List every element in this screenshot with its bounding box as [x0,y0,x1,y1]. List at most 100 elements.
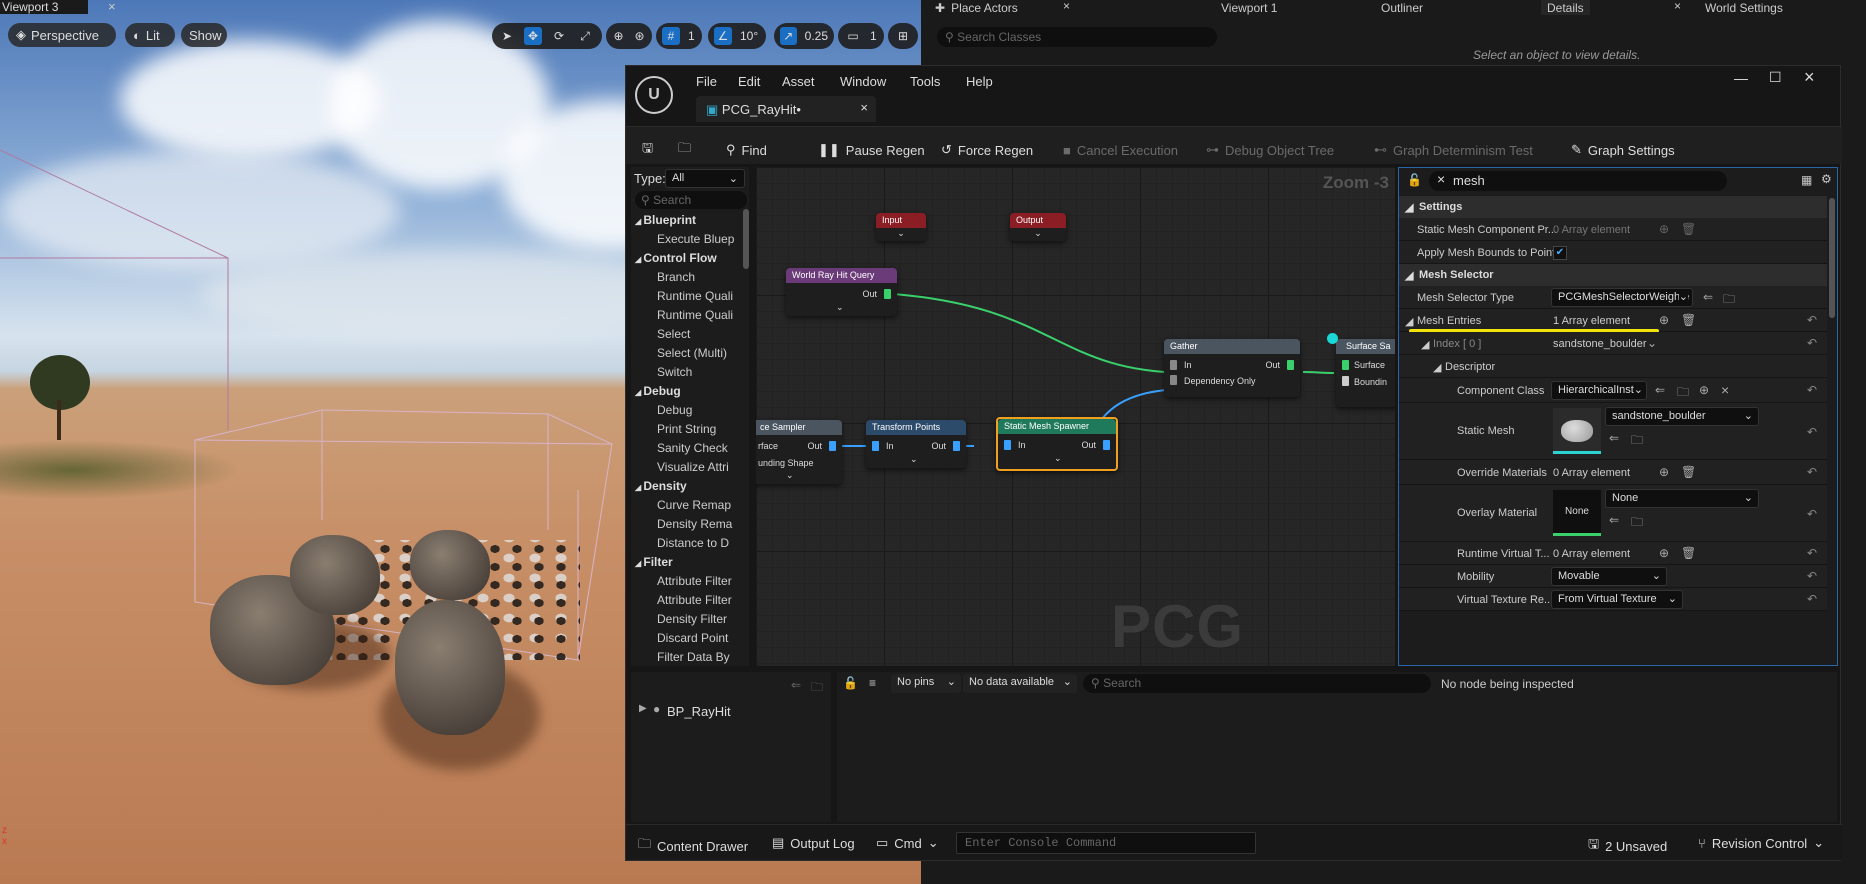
palette-item[interactable]: Sanity Check [657,441,728,455]
menu-tools[interactable]: Tools [910,74,940,89]
palette-item[interactable]: Density Filter [657,612,727,626]
scale-icon[interactable]: ⤢ [576,27,594,45]
node-world-ray-hit-query[interactable]: World Ray Hit Query Out ⌄ [786,268,897,316]
browse-icon[interactable]: 🗀 [1631,431,1643,452]
node-static-mesh-spawner[interactable]: Static Mesh Spawner In Out ⌄ [996,417,1118,471]
node-output[interactable]: Output ⌄ [1010,213,1066,241]
add-element-icon[interactable]: ⊕ [1659,465,1669,479]
cancel-execution-button[interactable]: ■ Cancel Execution [1063,136,1178,164]
reset-icon[interactable]: ↶ [1807,546,1817,560]
palette-category[interactable]: ◢ Control Flow [635,251,717,265]
expand-arrow-icon[interactable]: ◢ [1421,338,1429,351]
palette-item[interactable]: Density Rema [657,517,732,531]
add-element-icon[interactable]: ⊕ [1659,313,1669,327]
palette-item[interactable]: Select (Multi) [657,346,727,360]
palette-category[interactable]: ◢ Density [635,479,687,493]
node-input[interactable]: Input ⌄ [876,213,926,241]
dependency-pin[interactable] [1170,375,1177,385]
chevron-down-icon[interactable]: ⌄ [1054,453,1062,464]
add-element-icon[interactable]: ⊕ [1659,222,1669,236]
use-selected-icon[interactable]: ⇐ [791,678,801,692]
input-pin[interactable] [1342,376,1349,386]
clear-icon[interactable]: × [1721,382,1729,398]
reset-icon[interactable]: ↶ [1807,425,1817,439]
output-pin[interactable] [1287,360,1294,370]
reset-icon[interactable]: ↶ [1807,383,1817,397]
mobility-dropdown[interactable]: Movable ⌄ [1551,567,1667,586]
content-drawer-button[interactable]: 🗀 Content Drawer [638,835,748,857]
tab-viewport1[interactable]: Viewport 1 [1221,0,1277,15]
output-pin[interactable] [953,441,960,451]
minimize-button[interactable]: — [1734,70,1748,86]
reset-icon[interactable]: ↶ [1807,592,1817,606]
add-element-icon[interactable]: ⊕ [1659,546,1669,560]
reset-icon[interactable]: ↶ [1807,569,1817,583]
browse-icon[interactable]: 🗀 [1677,383,1689,404]
tab-outliner[interactable]: Outliner [1381,0,1423,15]
lock-icon[interactable]: 🔓 [1407,173,1422,187]
palette-category[interactable]: ◢ Filter [635,555,673,569]
static-mesh-dropdown[interactable]: sandstone_boulder ⌄ [1605,407,1759,426]
search-classes-input[interactable]: ⚲ Search Classes [937,27,1217,47]
trash-icon[interactable]: 🗑 [1681,222,1696,236]
boulder[interactable] [290,535,380,615]
virtual-texture-dropdown[interactable]: From Virtual Texture ⌄ [1551,590,1683,609]
details-search-input[interactable]: × mesh [1429,171,1727,191]
camera-speed[interactable]: ▭ 1 [838,23,884,49]
output-pin[interactable] [829,441,836,451]
tab-details[interactable]: Details [1541,0,1590,15]
close-icon[interactable]: × [1674,0,1681,13]
show-button[interactable]: Show [181,23,227,47]
determinism-test-button[interactable]: ⊷ Graph Determinism Test [1374,136,1533,164]
pins-dropdown[interactable]: No pins ⌄ [891,674,961,693]
tab-world-settings[interactable]: World Settings [1705,0,1783,15]
trash-icon[interactable]: 🗑 [1681,313,1696,327]
boulder[interactable] [395,600,505,735]
output-pin[interactable] [1103,440,1110,450]
palette-scrollbar[interactable] [743,209,749,269]
node-transform-points[interactable]: Transform Points In Out ⌄ [866,420,966,468]
force-regen-button[interactable]: ↺ Force Regen [941,136,1033,164]
input-pin[interactable] [872,441,879,451]
surface-snap-icon[interactable]: ⊛ [633,27,646,45]
grid-snap[interactable]: #1 [656,23,702,49]
use-selected-icon[interactable]: ⇐ [1609,513,1619,527]
palette-item[interactable]: Select [657,327,690,341]
palette-item[interactable]: Visualize Attri [657,460,729,474]
use-selected-icon[interactable]: ⇐ [1703,290,1713,304]
gear-icon[interactable]: ⚙ [1821,172,1832,186]
browse-button[interactable]: 🗀 [678,136,691,164]
chevron-down-icon[interactable]: ⌄ [876,228,926,239]
chevron-down-icon[interactable]: ⌄ [1647,336,1657,350]
menu-window[interactable]: Window [840,74,886,89]
chevron-down-icon[interactable]: ⌄ [836,302,844,313]
use-selected-icon[interactable]: ⇐ [1609,431,1619,445]
node-surface-sampler-left[interactable]: ce Sampler rface Out unding Shape ⌄ [756,420,842,484]
section-mesh-selector[interactable]: ◢ Mesh Selector [1399,264,1827,286]
rotation-snap[interactable]: ∠ 10° [708,23,766,49]
console-command-input[interactable]: Enter Console Command [956,832,1256,854]
layout-button[interactable]: ⊞ [888,23,918,49]
palette-category[interactable]: ◢ Debug [635,384,681,398]
browse-icon[interactable]: 🗀 [811,678,823,699]
viewport-tab[interactable]: Viewport 3 [0,0,89,14]
perspective-button[interactable]: ◈ Perspective [8,23,116,47]
details-scrollbar[interactable] [1829,198,1835,318]
close-icon[interactable]: × [860,100,868,115]
document-tab[interactable]: ▣ PCG_RayHit• × [696,96,876,122]
unsaved-button[interactable]: 🖫 2 Unsaved [1588,835,1667,857]
reset-icon[interactable]: ↶ [1807,465,1817,479]
expand-arrow-icon[interactable]: ◢ [1433,361,1441,374]
reset-icon[interactable]: ↶ [1807,507,1817,521]
input-pin[interactable] [1170,360,1177,370]
find-button[interactable]: ⚲ Find [726,136,767,164]
expand-arrow-icon[interactable]: ◢ [1405,315,1413,328]
palette-category[interactable]: ◢ Blueprint [635,213,696,227]
input-pin[interactable] [1004,440,1011,450]
maximize-button[interactable]: ☐ [1769,69,1782,86]
revision-control-button[interactable]: ⑂ Revision Control ⌄ [1698,835,1824,851]
chevron-down-icon[interactable]: ⌄ [1010,228,1066,239]
node-surface-sampler[interactable]: Surface Sa Surface Boundin [1336,339,1395,407]
cmd-dropdown[interactable]: ▭ Cmd ⌄ [876,835,939,851]
palette-item[interactable]: Runtime Quali [657,289,733,303]
